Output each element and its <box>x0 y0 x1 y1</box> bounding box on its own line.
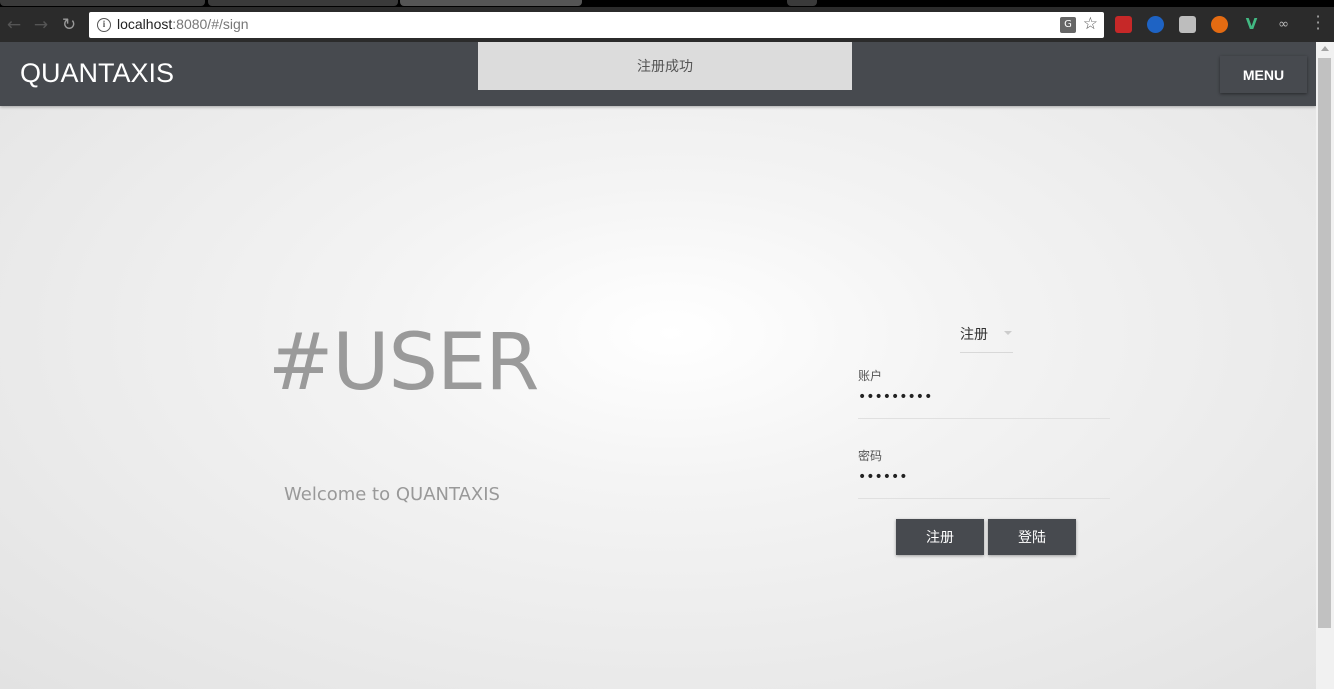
scroll-up-icon[interactable] <box>1321 46 1329 51</box>
login-button[interactable]: 登陆 <box>988 519 1076 555</box>
password-field[interactable]: 密码 •••••• <box>858 447 1110 499</box>
success-toast: 注册成功 <box>478 42 852 90</box>
browser-tabstrip <box>0 0 1334 7</box>
pdf-extension-icon[interactable] <box>1115 16 1132 33</box>
mode-select-value: 注册 <box>960 327 988 343</box>
bookmark-star-icon[interactable]: ☆ <box>1083 14 1098 34</box>
account-input[interactable]: ••••••••• <box>858 389 932 405</box>
orange-extension-icon[interactable] <box>1211 16 1228 33</box>
gray-extension-icon[interactable] <box>1179 16 1196 33</box>
browser-menu-icon[interactable]: · · · <box>1315 9 1321 37</box>
url-text[interactable]: localhost:8080/#/sign <box>117 16 249 32</box>
url-path: :8080/#/sign <box>172 16 249 32</box>
swirl-extension-icon[interactable]: ∞ <box>1275 16 1292 33</box>
mode-select[interactable]: 注册 <box>960 322 1013 353</box>
browser-tab[interactable] <box>208 0 398 6</box>
menu-button[interactable]: MENU <box>1220 56 1307 93</box>
chevron-down-icon <box>1004 331 1012 335</box>
url-host: localhost <box>117 16 173 32</box>
translate-icon[interactable]: G <box>1060 17 1076 33</box>
browser-toolbar: ← → ↻ i localhost:8080/#/sign G ☆ V ∞ · ·… <box>0 7 1334 42</box>
browser-tab[interactable] <box>787 0 817 6</box>
scrollbar[interactable] <box>1316 42 1334 689</box>
reload-icon[interactable]: ↻ <box>59 15 79 35</box>
hero-title: #USER <box>268 318 539 408</box>
blue-extension-icon[interactable] <box>1147 16 1164 33</box>
browser-tab[interactable] <box>0 0 205 6</box>
address-bar[interactable]: i localhost:8080/#/sign G ☆ <box>89 12 1104 38</box>
back-icon[interactable]: ← <box>4 15 24 35</box>
password-input[interactable]: •••••• <box>858 469 908 485</box>
hero-subtitle: Welcome to QUANTAXIS <box>284 484 500 505</box>
account-label: 账户 <box>858 369 883 383</box>
vue-devtools-icon[interactable]: V <box>1243 16 1260 33</box>
account-field[interactable]: 账户 ••••••••• <box>858 367 1110 419</box>
browser-tab[interactable] <box>400 0 582 6</box>
forward-icon[interactable]: → <box>31 15 51 35</box>
info-icon[interactable]: i <box>97 18 111 32</box>
register-button[interactable]: 注册 <box>896 519 984 555</box>
brand-logo-text[interactable]: QUANTAXIS <box>20 58 174 89</box>
scrollbar-thumb[interactable] <box>1318 58 1331 628</box>
password-label: 密码 <box>858 449 883 463</box>
page-viewport: QUANTAXIS MENU 注册成功 #USER Welcome to QUA… <box>0 42 1316 689</box>
